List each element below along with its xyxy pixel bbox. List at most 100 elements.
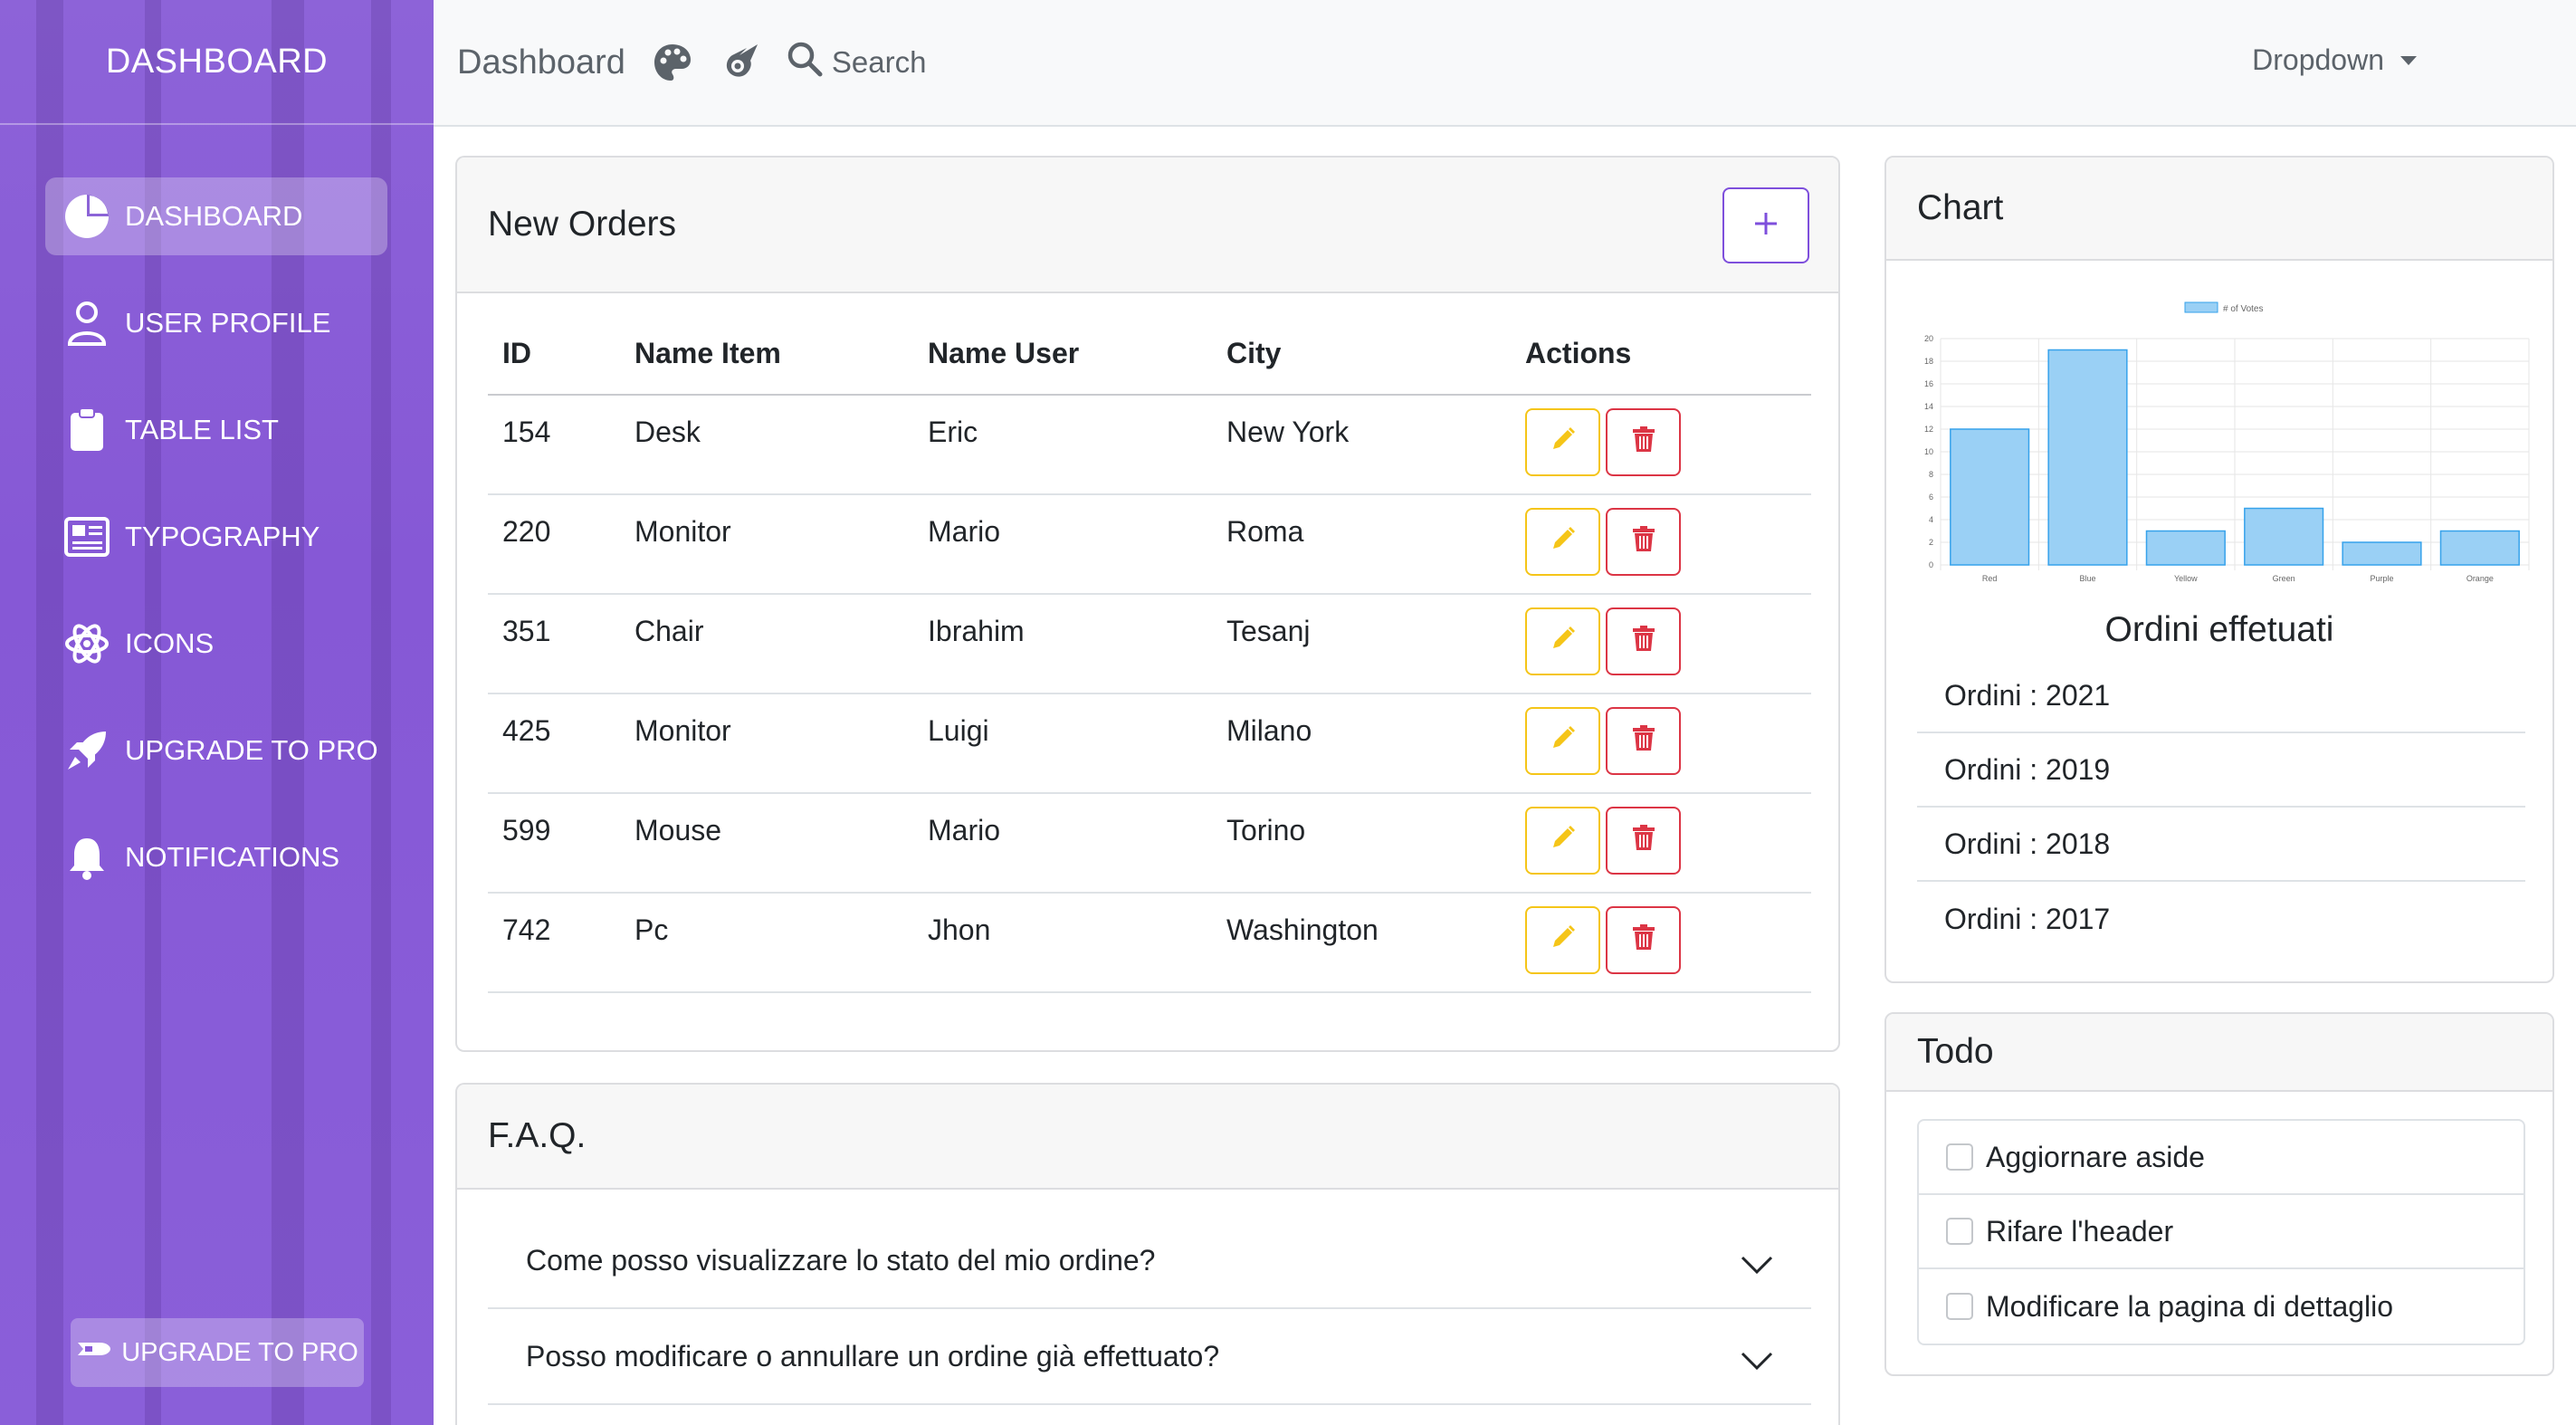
table-cell: Desk <box>620 395 913 495</box>
sidebar-item-label: UPGRADE TO PRO <box>125 734 378 766</box>
y-tick-label: 20 <box>1924 334 1933 343</box>
table-cell: Mario <box>913 793 1212 894</box>
newspaper-icon <box>62 512 112 562</box>
table-row: 154 Desk Eric New York <box>488 395 1811 495</box>
sidebar-item-dashboard[interactable]: DASHBOARD <box>45 177 387 255</box>
ordini-item: Ordini : 2017 <box>1944 902 2111 935</box>
table-cell: Washington <box>1212 893 1511 993</box>
table-cell: Tesanj <box>1212 594 1511 694</box>
trash-icon <box>1632 923 1655 958</box>
sidebar-item-upgrade[interactable]: UPGRADE TO PRO <box>45 712 387 789</box>
actions-cell <box>1511 494 1811 595</box>
sidebar-item-icons[interactable]: ICONS <box>45 605 387 683</box>
clipboard-icon <box>62 405 112 455</box>
edit-button[interactable] <box>1525 508 1600 576</box>
table-row: 220 Monitor Mario Roma <box>488 494 1811 595</box>
card-title: F.A.Q. <box>488 1116 587 1155</box>
meteor-icon[interactable] <box>720 43 759 82</box>
chevron-down-icon <box>1741 1248 1773 1281</box>
edit-button[interactable] <box>1525 607 1600 675</box>
table-header-row: ID Name Item Name User City Actions <box>488 313 1811 396</box>
todo-label: Aggiornare aside <box>1986 1140 2205 1173</box>
palette-icon[interactable] <box>653 43 692 82</box>
table-cell: 351 <box>488 594 620 694</box>
sidebar-item-typography[interactable]: TYPOGRAPHY <box>45 498 387 576</box>
user-icon <box>62 298 112 349</box>
delete-button[interactable] <box>1606 707 1681 775</box>
table-cell: Mario <box>913 494 1212 595</box>
faq-item[interactable]: Posso modificare o annullare un ordine g… <box>488 1309 1811 1405</box>
pencil-icon <box>1550 625 1577 659</box>
plus-icon <box>1753 206 1779 245</box>
sidebar-item-notifications[interactable]: NOTIFICATIONS <box>45 818 387 896</box>
table-cell: Roma <box>1212 494 1511 595</box>
y-tick-label: 18 <box>1924 357 1933 366</box>
sidebar-nav: DASHBOARD USER PROFILE TABLE LIST TYPOGR… <box>45 177 387 925</box>
y-tick-label: 16 <box>1924 379 1933 388</box>
table-cell: Jhon <box>913 893 1212 993</box>
table-cell: Chair <box>620 594 913 694</box>
faq-item[interactable]: Come posso visualizzare lo stato del mio… <box>488 1213 1811 1309</box>
column-header: Actions <box>1511 313 1811 396</box>
delete-button[interactable] <box>1606 408 1681 476</box>
bar-chart: # of Votes 0 2 4 6 8 10 12 14 16 18 20 Red Blue Yellow… <box>1924 301 2530 583</box>
search-icon <box>787 41 823 84</box>
table-row: 425 Monitor Luigi Milano <box>488 693 1811 794</box>
delete-button[interactable] <box>1606 607 1681 675</box>
bar <box>2145 530 2226 566</box>
table-cell: 742 <box>488 893 620 993</box>
actions-cell <box>1511 395 1811 495</box>
ordini-item: Ordini : 2018 <box>1917 808 2525 882</box>
table-cell: New York <box>1212 395 1511 495</box>
table-cell: Mouse <box>620 793 913 894</box>
ordini-item: Ordini : 2019 <box>1917 733 2525 808</box>
todo-checkbox[interactable] <box>1946 1218 1973 1245</box>
x-tick-label: Green <box>2273 574 2295 583</box>
table-cell: Milano <box>1212 693 1511 794</box>
delete-button[interactable] <box>1606 508 1681 576</box>
table-cell: 220 <box>488 494 620 595</box>
y-tick-label: 12 <box>1924 425 1933 434</box>
todo-checkbox[interactable] <box>1946 1293 1973 1320</box>
todo-item: Aggiornare aside <box>1919 1121 2524 1195</box>
upgrade-to-pro-button[interactable]: UPGRADE TO PRO <box>71 1318 364 1387</box>
pencil-icon <box>1550 724 1577 759</box>
add-order-button[interactable] <box>1722 187 1809 263</box>
sidebar-brand[interactable]: DASHBOARD <box>0 0 434 125</box>
column-header: City <box>1212 313 1511 396</box>
pencil-icon <box>1550 923 1577 958</box>
sidebar-item-label: DASHBOARD <box>125 200 303 232</box>
x-tick-label: Blue <box>2079 574 2095 583</box>
faq-card: F.A.Q. Come posso visualizzare lo stato … <box>455 1083 1840 1425</box>
edit-button[interactable] <box>1525 906 1600 974</box>
sidebar-item-table-list[interactable]: TABLE LIST <box>45 391 387 469</box>
table-cell: Monitor <box>620 494 913 595</box>
table-cell: Luigi <box>913 693 1212 794</box>
edit-button[interactable] <box>1525 408 1600 476</box>
header-dropdown[interactable]: Dropdown <box>2252 43 2417 77</box>
new-orders-card: New Orders ID Name Item Name User City A… <box>455 156 1840 1052</box>
search-link[interactable]: Search <box>787 41 926 84</box>
upgrade-button-label: UPGRADE TO PRO <box>121 1337 358 1367</box>
top-navbar: Dashboard Search Dropdown <box>434 0 2576 127</box>
sidebar-item-label: NOTIFICATIONS <box>125 841 340 873</box>
page-title[interactable]: Dashboard <box>457 43 625 82</box>
todo-checkbox[interactable] <box>1946 1143 1973 1171</box>
trash-icon <box>1632 724 1655 759</box>
faq-question: Posso modificare o annullare un ordine g… <box>526 1339 1220 1372</box>
ordini-item: Ordini : 2021 <box>1917 659 2525 733</box>
trash-icon <box>1632 525 1655 559</box>
y-tick-label: 10 <box>1924 447 1933 456</box>
delete-button[interactable] <box>1606 807 1681 875</box>
edit-button[interactable] <box>1525 807 1600 875</box>
table-cell: 425 <box>488 693 620 794</box>
delete-button[interactable] <box>1606 906 1681 974</box>
table-cell: Pc <box>620 893 913 993</box>
table-cell: 154 <box>488 395 620 495</box>
table-cell: Eric <box>913 395 1212 495</box>
edit-button[interactable] <box>1525 707 1600 775</box>
table-row: 351 Chair Ibrahim Tesanj <box>488 594 1811 694</box>
column-header: Name Item <box>620 313 913 396</box>
sidebar-item-user-profile[interactable]: USER PROFILE <box>45 284 387 362</box>
bell-icon <box>62 832 112 883</box>
